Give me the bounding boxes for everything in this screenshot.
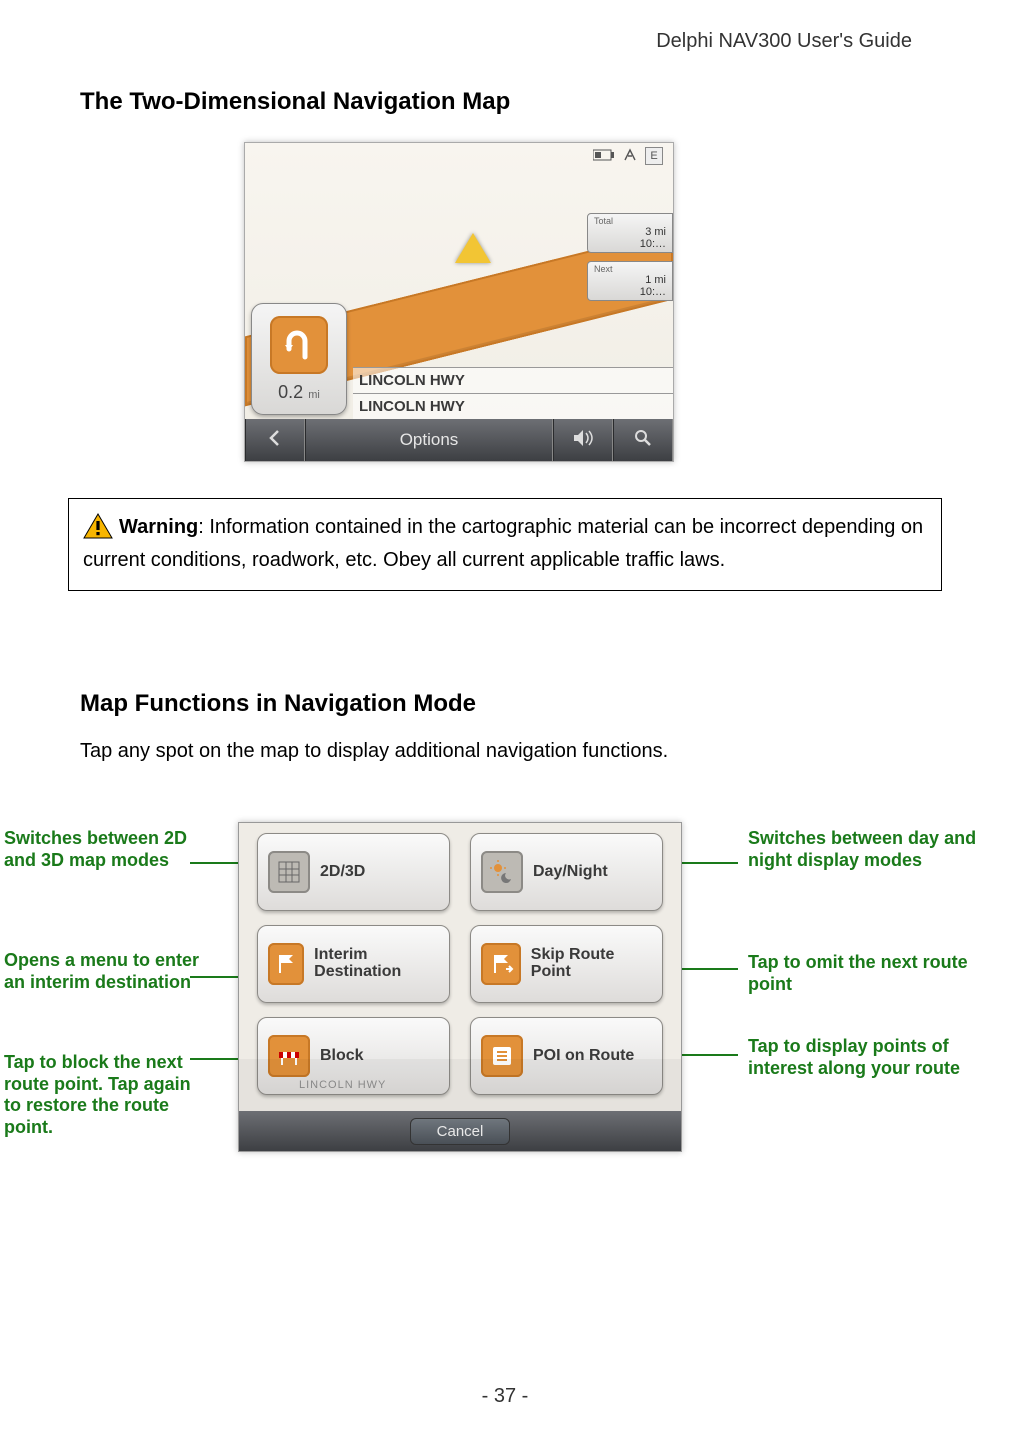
warning-label: Warning — [119, 516, 198, 538]
section-heading-2d-nav-map: The Two-Dimensional Navigation Map — [80, 88, 510, 116]
compass-indicator: E — [645, 147, 663, 165]
next-turn-distance: 0.2 mi — [278, 382, 320, 403]
nav-screenshot-2d-map: E Total 3 mi 10:… Next 1 mi 10:… — [244, 142, 674, 462]
flag-out-icon — [481, 943, 521, 985]
turn-distance-unit: mi — [308, 389, 320, 401]
road-name-next: LINCOLN HWY — [353, 367, 673, 393]
button-day-night[interactable]: Day/Night — [470, 833, 663, 911]
map-canvas[interactable]: E Total 3 mi 10:… Next 1 mi 10:… — [245, 143, 673, 421]
info-next-label: Next — [594, 264, 666, 274]
button-skip-route-point[interactable]: Skip Route Point — [470, 925, 663, 1003]
toolbar-left-button[interactable] — [245, 419, 305, 461]
position-arrow-icon — [455, 233, 491, 263]
road-name-current: LINCOLN HWY — [353, 393, 673, 419]
button-interim-destination-label: Interim Destination — [314, 947, 439, 981]
callout-2d3d: Switches between 2D and 3D map modes — [4, 828, 206, 871]
next-turn-card[interactable]: 0.2 mi — [251, 303, 347, 415]
warning-icon — [83, 513, 113, 547]
options-button[interactable]: Options — [305, 419, 553, 461]
chevron-left-icon — [266, 429, 284, 452]
callout-poi: Tap to display points of interest along … — [748, 1036, 988, 1079]
document-header: Delphi NAV300 User's Guide — [656, 30, 912, 53]
nav-screenshot-functions: 2D/3D Day/Night Interim Destination — [238, 822, 682, 1152]
info-card-next: Next 1 mi 10:… — [587, 261, 673, 301]
speaker-icon — [572, 429, 594, 452]
callout-skip-route: Tap to omit the next route point — [748, 952, 988, 995]
info-total-label: Total — [594, 216, 666, 226]
search-button[interactable] — [613, 419, 673, 461]
flag-in-icon — [268, 943, 304, 985]
button-2d-3d-label: 2D/3D — [320, 863, 365, 881]
cancel-button[interactable]: Cancel — [410, 1118, 511, 1145]
button-day-night-label: Day/Night — [533, 863, 608, 881]
bottom-toolbar: Options — [245, 419, 673, 461]
battery-icon — [593, 148, 615, 164]
bottom-toolbar-functions: Cancel — [239, 1111, 681, 1151]
info-card-total: Total 3 mi 10:… — [587, 213, 673, 253]
turn-distance-value: 0.2 — [278, 382, 303, 402]
button-interim-destination[interactable]: Interim Destination — [257, 925, 450, 1003]
info-next-distance: 1 mi — [594, 274, 666, 286]
info-next-time: 10:… — [594, 286, 666, 298]
info-total-distance: 3 mi — [594, 226, 666, 238]
button-2d-3d[interactable]: 2D/3D — [257, 833, 450, 911]
trip-info-stack: Total 3 mi 10:… Next 1 mi 10:… — [587, 213, 673, 309]
ghost-road-label: LINCOLN HWY — [239, 1059, 681, 1111]
body-text-tap-map: Tap any spot on the map to display addit… — [80, 740, 668, 763]
info-total-time: 10:… — [594, 238, 666, 250]
uturn-icon — [270, 316, 328, 374]
callout-block: Tap to block the next route point. Tap a… — [4, 1052, 206, 1138]
status-bar: E — [593, 147, 663, 165]
callout-interim-destination: Opens a menu to enter an interim destina… — [4, 950, 206, 993]
warning-text: : Information contained in the cartograp… — [83, 516, 923, 571]
road-name-panel: LINCOLN HWY LINCOLN HWY — [353, 367, 673, 419]
magnifier-icon — [634, 429, 652, 452]
grid-2d3d-icon — [268, 851, 310, 893]
page-number: - 37 - — [0, 1385, 1010, 1408]
volume-button[interactable] — [553, 419, 613, 461]
button-skip-route-point-label: Skip Route Point — [531, 947, 652, 981]
gps-sat-icon — [623, 148, 637, 165]
callout-day-night: Switches between day and night display m… — [748, 828, 988, 871]
section-heading-map-functions: Map Functions in Navigation Mode — [80, 690, 476, 718]
map-functions-diagram: Switches between 2D and 3D map modes Ope… — [0, 822, 1010, 1192]
sun-moon-icon — [481, 851, 523, 893]
warning-box: Warning: Information contained in the ca… — [68, 498, 942, 591]
